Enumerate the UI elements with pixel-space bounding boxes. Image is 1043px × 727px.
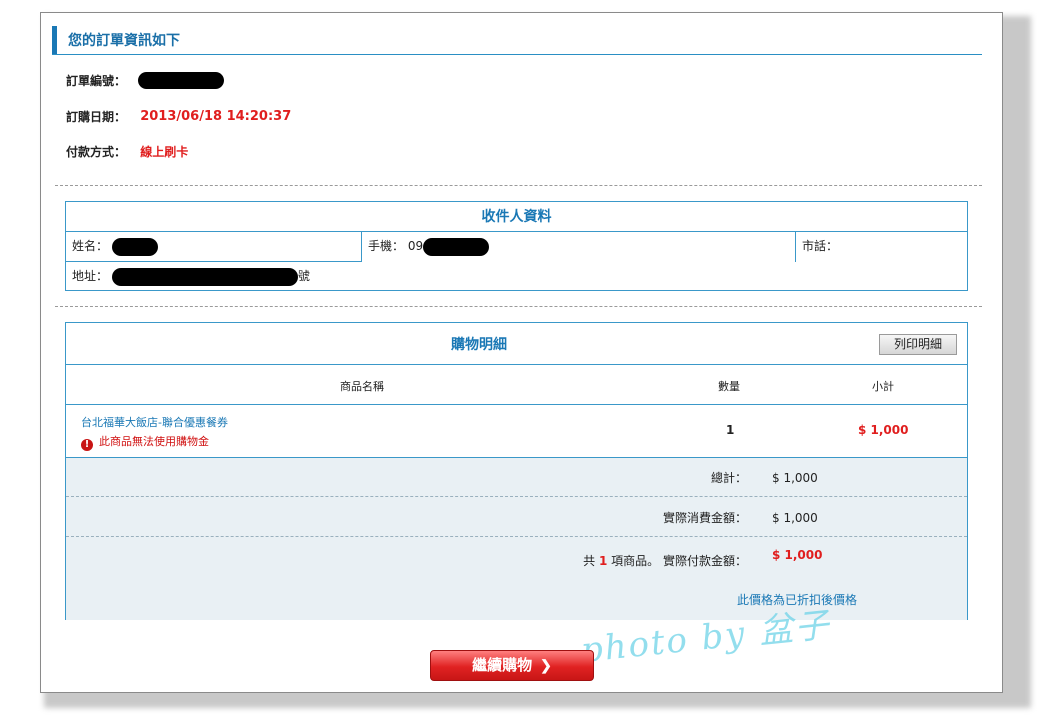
shopping-detail-header: 購物明細 列印明細	[66, 323, 967, 365]
payment-method-row: 付款方式： 線上刷卡	[66, 143, 188, 163]
chevron-right-icon: ❯	[540, 657, 552, 673]
recipient-mobile-prefix: 09	[407, 239, 424, 253]
total-value: $ 1,000	[772, 471, 818, 485]
order-date-label: 訂購日期：	[66, 110, 127, 124]
shopping-detail-panel: 購物明細 列印明細 商品名稱 數量 小計 台北福華大飯店-聯合優惠餐券 ! 此商品…	[65, 322, 968, 620]
item-count-prefix: 共	[583, 554, 596, 568]
recipient-row-contact: 姓名： 手機： 09 市話：	[66, 232, 967, 262]
divider	[55, 185, 982, 186]
continue-shopping-button[interactable]: 繼續購物 ❯	[430, 650, 594, 681]
table-header: 商品名稱 數量 小計	[66, 365, 967, 405]
product-warning: ! 此商品無法使用購物金	[81, 433, 209, 451]
product-quantity: 1	[726, 423, 735, 437]
recipient-name-cell: 姓名：	[66, 232, 362, 262]
actual-spend-value: $ 1,000	[772, 511, 818, 525]
product-warning-text: 此商品無法使用購物金	[99, 435, 209, 448]
actual-pay-label-group: 共 1 項商品。 實際付款金額：	[583, 552, 747, 569]
shopping-detail-title: 購物明細	[451, 337, 507, 353]
recipient-address-suffix: 號	[297, 269, 310, 283]
redacted-mobile	[423, 237, 490, 256]
order-number-row: 訂單編號：	[66, 72, 225, 92]
order-date-value: 2013/06/18 14:20:37	[140, 109, 292, 124]
summary-spend-row: 實際消費金額： $ 1,000	[66, 497, 967, 537]
redacted-name	[111, 237, 158, 256]
recipient-title: 收件人資料	[66, 202, 967, 232]
column-product-name: 商品名稱	[340, 380, 384, 393]
print-details-button[interactable]: 列印明細	[879, 334, 957, 355]
order-date-row: 訂購日期： 2013/06/18 14:20:37	[66, 108, 291, 128]
actual-spend-label: 實際消費金額：	[662, 511, 747, 525]
recipient-address-label: 地址：	[72, 269, 109, 283]
summary-pay-row: 共 1 項商品。 實際付款金額： $ 1,000	[66, 537, 967, 582]
column-subtotal: 小計	[872, 380, 894, 393]
recipient-mobile-label: 手機：	[368, 239, 405, 253]
recipient-row-address: 地址： 號	[72, 262, 310, 290]
recipient-phone-label: 市話：	[802, 239, 839, 253]
recipient-phone-cell: 市話：	[796, 232, 967, 262]
summary-total-row: 總計： $ 1,000	[66, 458, 967, 497]
header-accent-bar	[52, 26, 57, 54]
product-subtotal: $ 1,000	[858, 423, 909, 437]
order-summary: 總計： $ 1,000 實際消費金額： $ 1,000 共 1 項商品。 實際付…	[66, 458, 967, 620]
recipient-panel: 收件人資料 姓名： 手機： 09 市話： 地址： 號	[65, 201, 968, 291]
redacted-order-number	[138, 72, 225, 89]
column-quantity: 數量	[718, 380, 740, 393]
payment-method-value: 線上刷卡	[140, 145, 189, 159]
recipient-mobile-cell: 手機： 09	[362, 232, 796, 262]
item-count: 1	[598, 554, 608, 568]
total-label: 總計：	[710, 471, 747, 485]
actual-pay-label: 實際付款金額：	[662, 554, 747, 568]
order-info-header: 您的訂單資訊如下	[52, 26, 982, 55]
recipient-name-label: 姓名：	[72, 239, 109, 253]
divider	[55, 306, 982, 307]
payment-method-label: 付款方式：	[66, 145, 127, 159]
exclamation-icon: !	[81, 439, 93, 451]
item-count-suffix: 項商品。	[611, 554, 660, 568]
redacted-address	[111, 267, 298, 286]
product-name-link[interactable]: 台北福華大飯店-聯合優惠餐券	[81, 414, 228, 430]
actual-pay-value: $ 1,000	[772, 548, 823, 562]
order-number-label: 訂單編號：	[66, 74, 127, 88]
continue-shopping-label: 繼續購物	[472, 657, 533, 674]
table-row: 台北福華大飯店-聯合優惠餐券 ! 此商品無法使用購物金 1 $ 1,000	[66, 405, 967, 458]
section-title: 您的訂單資訊如下	[68, 33, 180, 49]
